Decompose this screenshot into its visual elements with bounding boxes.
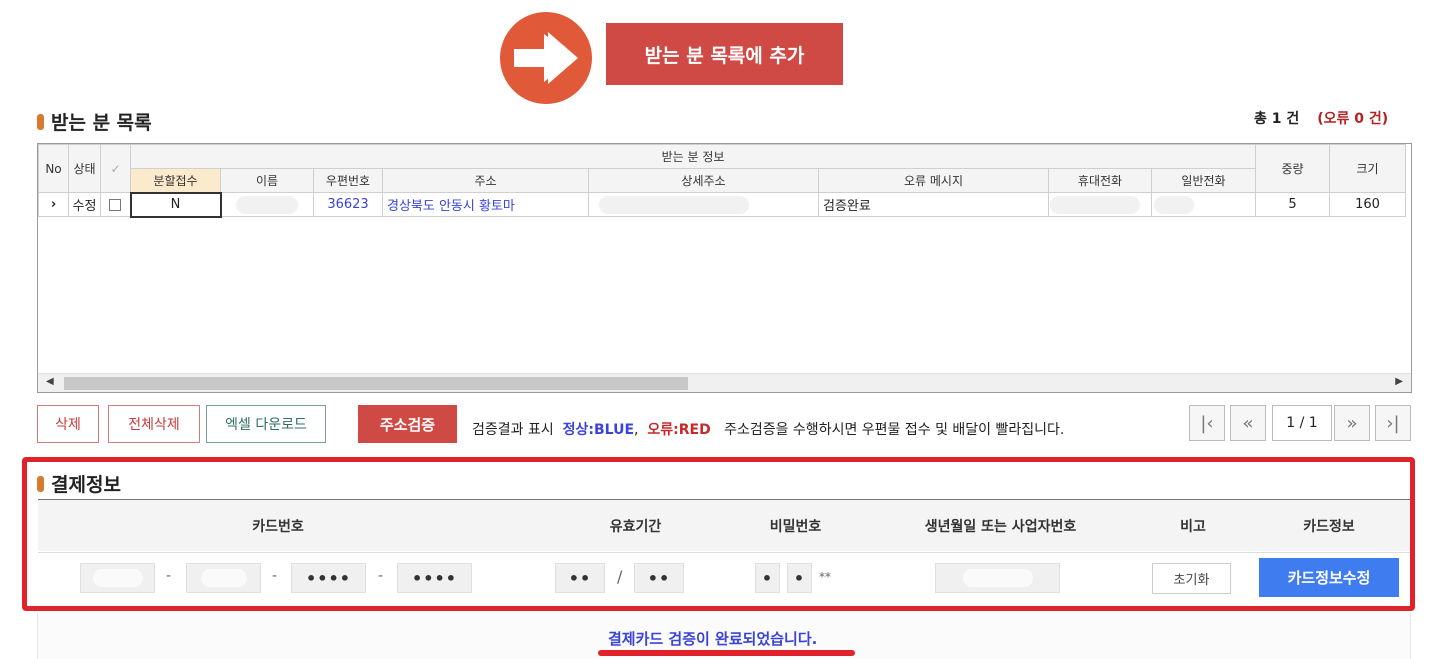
- row-marker-icon: ›: [38, 192, 69, 217]
- col-no: No: [38, 144, 69, 193]
- scroll-left-icon[interactable]: ◀: [46, 376, 54, 387]
- col-zip: 우편번호: [313, 168, 383, 193]
- row-checkbox[interactable]: [109, 198, 122, 211]
- arrow-right-icon: [500, 12, 592, 104]
- address-verify-button[interactable]: 주소검증: [358, 405, 457, 443]
- row-error-msg: 검증완료: [818, 192, 1049, 217]
- col-password: 비밀번호: [769, 519, 822, 535]
- scrollbar-thumb[interactable]: [64, 377, 688, 390]
- birth-bizno-input[interactable]: [935, 563, 1060, 593]
- row-status: 수정: [68, 192, 101, 217]
- col-note: 비고: [1180, 519, 1206, 535]
- group-recipient-info: 받는 분 정보: [130, 144, 1256, 169]
- card-number-part3-input[interactable]: ••••: [291, 563, 366, 593]
- dash-separator: -: [166, 568, 172, 584]
- col-expiry: 유효기간: [609, 519, 662, 535]
- error-count: (오류 0 건): [1317, 111, 1389, 127]
- next-page-icon[interactable]: »: [1334, 405, 1370, 441]
- section-bullet-icon: [37, 475, 44, 492]
- check-all-icon[interactable]: ✓: [110, 162, 120, 176]
- delete-button[interactable]: 삭제: [37, 405, 99, 443]
- row-size: 160: [1329, 192, 1406, 217]
- col-birth-bizno: 생년월일 또는 사업자번호: [924, 519, 1077, 535]
- card-number-part1-input[interactable]: [80, 563, 155, 593]
- col-addr-detail: 상세주소: [588, 168, 819, 193]
- row-name: [220, 192, 314, 217]
- last-page-icon[interactable]: ›|: [1375, 405, 1411, 441]
- dash-separator: -: [272, 568, 278, 584]
- expiry-month-input[interactable]: ••: [555, 563, 605, 593]
- recipients-grid[interactable]: No 상태 ✓ 받는 분 정보 중량 크기 분할접수 이름 우편번호 주소 상세…: [37, 143, 1412, 393]
- row-addr-detail: [588, 192, 819, 217]
- delete-all-button[interactable]: 전체삭제: [108, 405, 200, 443]
- col-phone: 일반전화: [1151, 168, 1256, 193]
- card-number-part4-input[interactable]: ••••: [397, 563, 472, 593]
- payment-header-row: 카드번호 유효기간 비밀번호 생년월일 또는 사업자번호 비고 카드정보: [38, 499, 1410, 551]
- row-weight: 5: [1255, 192, 1330, 217]
- page-indicator: 1 / 1: [1272, 405, 1332, 441]
- table-row[interactable]: › 수정 N 36623 경상북도 안동시 황토마 검증완료 5 160: [38, 191, 1406, 218]
- dash-separator: -: [378, 568, 384, 584]
- card-number-part2-input[interactable]: [186, 563, 261, 593]
- horizontal-scrollbar[interactable]: ◀ ▶: [38, 373, 1411, 392]
- col-check[interactable]: ✓: [100, 144, 131, 193]
- row-mobile: [1048, 192, 1152, 217]
- recipients-title: 받는 분 목록: [37, 108, 152, 135]
- col-split: 분할접수: [130, 168, 221, 193]
- recipients-summary: 총 1 건 (오류 0 건): [1254, 108, 1388, 128]
- col-size: 크기: [1329, 144, 1406, 193]
- add-to-recipients-button[interactable]: 받는 분 목록에 추가: [606, 23, 843, 85]
- redacted-name: [236, 195, 299, 214]
- col-mobile: 휴대전화: [1048, 168, 1152, 193]
- redacted-mobile: [1050, 195, 1140, 214]
- excel-download-button[interactable]: 엑셀 다운로드: [206, 405, 326, 443]
- row-checkbox-cell[interactable]: [100, 192, 131, 217]
- col-weight: 중량: [1255, 144, 1330, 193]
- password-digit1-input[interactable]: •: [755, 563, 780, 593]
- scroll-right-icon[interactable]: ▶: [1395, 376, 1403, 387]
- total-count: 총 1 건: [1254, 111, 1300, 127]
- card-verified-message: 결제카드 검증이 완료되었습니다.: [608, 630, 818, 648]
- first-page-icon[interactable]: |‹: [1189, 405, 1225, 441]
- col-addr: 주소: [382, 168, 589, 193]
- verify-legend: 검증결과 표시 정상:BLUE, 오류:RED 주소검증을 수행하시면 우편물 …: [472, 422, 1065, 438]
- password-digit2-input[interactable]: •: [787, 563, 812, 593]
- row-split[interactable]: N: [129, 191, 222, 218]
- col-status: 상태: [68, 144, 101, 193]
- edit-card-info-button[interactable]: 카드정보수정: [1259, 558, 1399, 597]
- row-addr: 경상북도 안동시 황토마: [382, 192, 589, 217]
- password-mask-suffix: **: [819, 570, 831, 584]
- payment-title: 결제정보: [37, 470, 121, 497]
- prev-page-icon[interactable]: «: [1230, 405, 1266, 441]
- col-name: 이름: [220, 168, 314, 193]
- col-error-msg: 오류 메시지: [818, 168, 1049, 193]
- expiry-separator: /: [617, 567, 623, 586]
- redacted-addr-detail: [598, 195, 749, 214]
- expiry-year-input[interactable]: ••: [634, 563, 684, 593]
- message-underline-mark: [598, 650, 855, 656]
- row-zip: 36623: [313, 192, 383, 217]
- col-card-no: 카드번호: [252, 519, 304, 535]
- redacted-phone: [1153, 195, 1194, 214]
- row-phone: [1151, 192, 1256, 217]
- reset-button[interactable]: 초기화: [1152, 563, 1231, 594]
- section-bullet-icon: [37, 113, 44, 130]
- col-card-info: 카드정보: [1303, 519, 1355, 535]
